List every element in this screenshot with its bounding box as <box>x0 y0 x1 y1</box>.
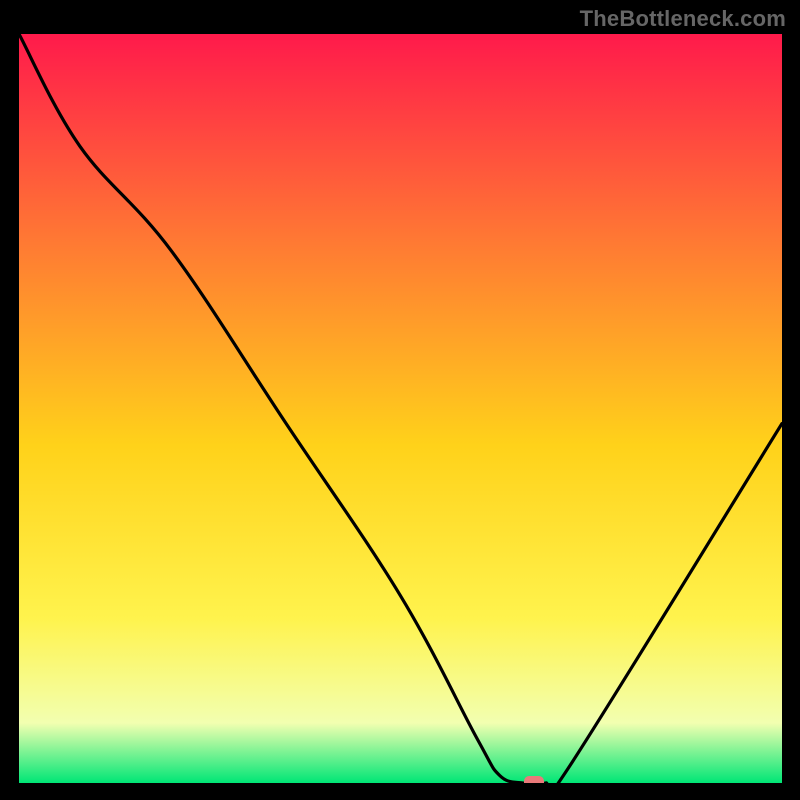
chart-frame: TheBottleneck.com <box>0 0 800 800</box>
gradient-background <box>19 34 782 783</box>
chart-svg <box>19 34 782 783</box>
plot-area <box>19 34 782 783</box>
watermark-text: TheBottleneck.com <box>580 6 786 32</box>
optimal-marker <box>524 776 544 783</box>
